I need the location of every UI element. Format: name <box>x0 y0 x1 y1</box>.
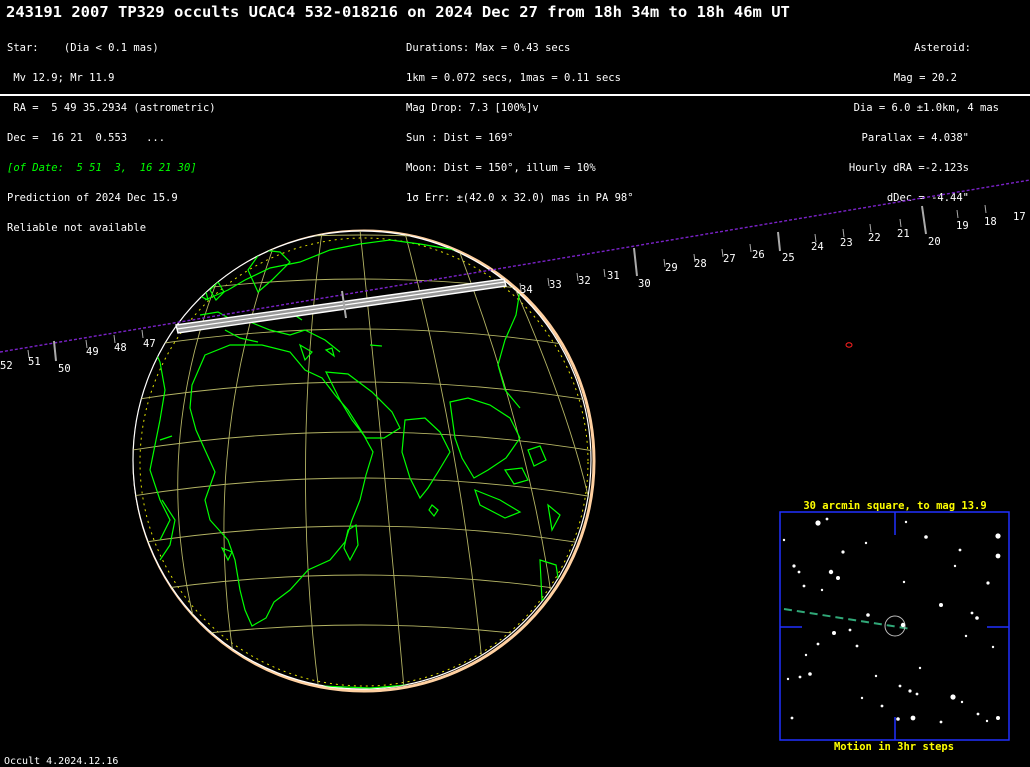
star-chart-inset: 30 arcmin square, to mag 13.9 Motion in … <box>779 500 1010 753</box>
track-label: 26 <box>752 249 765 261</box>
starchart-caption: Motion in 3hr steps <box>834 741 954 753</box>
track-label: 25 <box>782 252 795 264</box>
track-label: 32 <box>578 275 591 287</box>
red-marker <box>845 342 853 348</box>
track-label: 50 <box>58 363 71 375</box>
track-label: 30 <box>638 278 651 290</box>
track-label: 34 <box>520 284 533 296</box>
track-label: 21 <box>897 228 910 240</box>
track-label: 47 <box>143 338 156 350</box>
footer-version: Occult 4.2024.12.16 <box>4 756 119 767</box>
track-label: 52 <box>0 360 13 372</box>
track-label: 24 <box>811 241 824 253</box>
track-label: 19 <box>956 220 969 232</box>
track-label: 33 <box>549 279 562 291</box>
starchart-title: 30 arcmin square, to mag 13.9 <box>803 500 986 512</box>
track-label: 18 <box>984 216 997 228</box>
track-label: 31 <box>607 270 620 282</box>
track-label: 49 <box>86 346 99 358</box>
track-label: 22 <box>868 232 881 244</box>
track-label: 51 <box>28 356 41 368</box>
occultation-diagram: 17 18 19 20 21 22 23 24 25 26 27 28 29 3… <box>0 179 1030 753</box>
track-label: 27 <box>723 253 736 265</box>
track-label: 28 <box>694 258 707 270</box>
track-label: 17 <box>1013 211 1026 223</box>
track-label: 29 <box>665 262 678 274</box>
track-label: 48 <box>114 342 127 354</box>
track-label: 23 <box>840 237 853 249</box>
track-label: 20 <box>928 236 941 248</box>
